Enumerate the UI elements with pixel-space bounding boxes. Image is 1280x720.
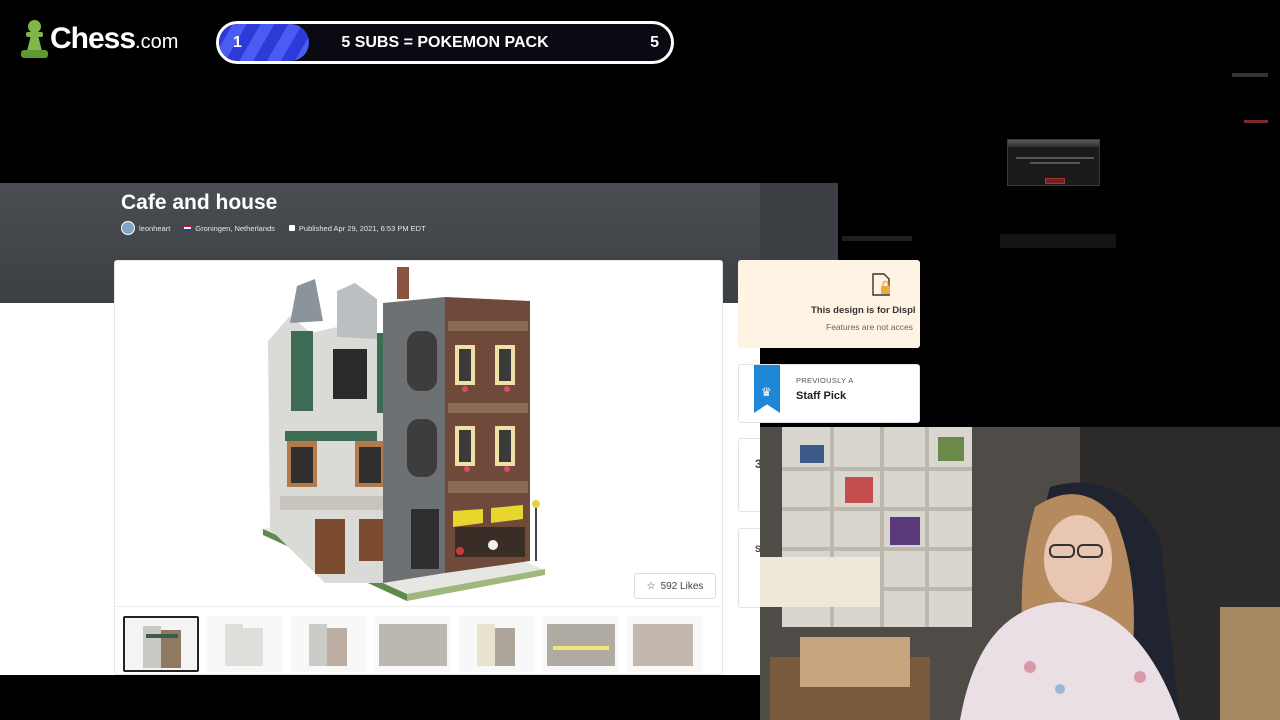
flag-icon — [184, 225, 192, 231]
thumbnail[interactable] — [207, 616, 283, 672]
screen-text — [1244, 120, 1268, 123]
thumbnail[interactable] — [627, 616, 703, 672]
thumbnail[interactable] — [459, 616, 535, 672]
likes-button[interactable]: ☆ 592 Likes — [634, 573, 716, 599]
calendar-icon — [288, 225, 295, 231]
dialog-text — [1030, 162, 1080, 164]
location-text: Groningen, Netherlands — [195, 223, 275, 233]
author-link[interactable]: leonheart — [121, 221, 170, 235]
screen-text — [1232, 73, 1268, 77]
display-only-notice: This design is for Displ Features are no… — [738, 260, 920, 348]
publish-date-text: Published Apr 29, 2021, 6:53 PM EDT — [298, 223, 426, 233]
design-page: Cafe and house leonheart Groningen, Neth… — [0, 183, 760, 675]
thumbnail[interactable] — [291, 616, 367, 672]
thumbnail-strip — [115, 606, 722, 674]
display-notice-title: This design is for Displ — [811, 305, 916, 316]
thumbnail[interactable] — [543, 616, 619, 672]
lego-model-image[interactable] — [115, 261, 722, 606]
stream-scene: Chess.com 1 5 SUBS = POKEMON PACK 5 Cafe… — [0, 0, 1280, 720]
details-card: S — [738, 528, 761, 608]
logo-wordmark: Chess.com — [50, 22, 179, 55]
display-notice-subtitle: Features are not acces — [826, 322, 913, 332]
sub-goal-label: 5 SUBS = POKEMON PACK — [341, 34, 549, 51]
sub-goal-target: 5 — [650, 34, 659, 51]
thumbnail[interactable] — [123, 616, 199, 672]
stats-card: 3 — [738, 438, 762, 512]
chess-logo: Chess.com — [20, 16, 178, 62]
thumbnail[interactable] — [375, 616, 451, 672]
design-meta: leonheart Groningen, Netherlands Publish… — [121, 221, 426, 235]
image-gallery: ☆ 592 Likes — [114, 260, 723, 675]
pawn-icon — [20, 16, 48, 62]
crown-icon: ♛ — [761, 385, 772, 399]
error-dialog — [1007, 139, 1100, 186]
page-title: Cafe and house — [121, 191, 278, 214]
location: Groningen, Netherlands — [184, 224, 275, 233]
staff-pick-caption: PREVIOUSLY A — [796, 376, 854, 385]
webcam-feed — [760, 427, 1280, 720]
dialog-close-button[interactable] — [1045, 178, 1065, 184]
star-icon: ☆ — [646, 580, 656, 592]
staff-pick-card: ♛ PREVIOUSLY A Staff Pick — [738, 364, 920, 423]
screen-toolbar — [1000, 234, 1116, 248]
publish-date: Published Apr 29, 2021, 6:53 PM EDT — [288, 223, 426, 233]
avatar — [121, 221, 135, 235]
screen-text — [842, 236, 912, 241]
likes-count: 592 Likes — [660, 580, 704, 592]
locked-document-icon — [872, 273, 890, 296]
staff-pick-label: Staff Pick — [796, 390, 847, 402]
dialog-text — [1016, 157, 1094, 159]
author-name: leonheart — [139, 223, 171, 233]
sub-goal-bar: 1 5 SUBS = POKEMON PACK 5 — [216, 21, 674, 64]
dialog-titlebar — [1008, 140, 1099, 147]
